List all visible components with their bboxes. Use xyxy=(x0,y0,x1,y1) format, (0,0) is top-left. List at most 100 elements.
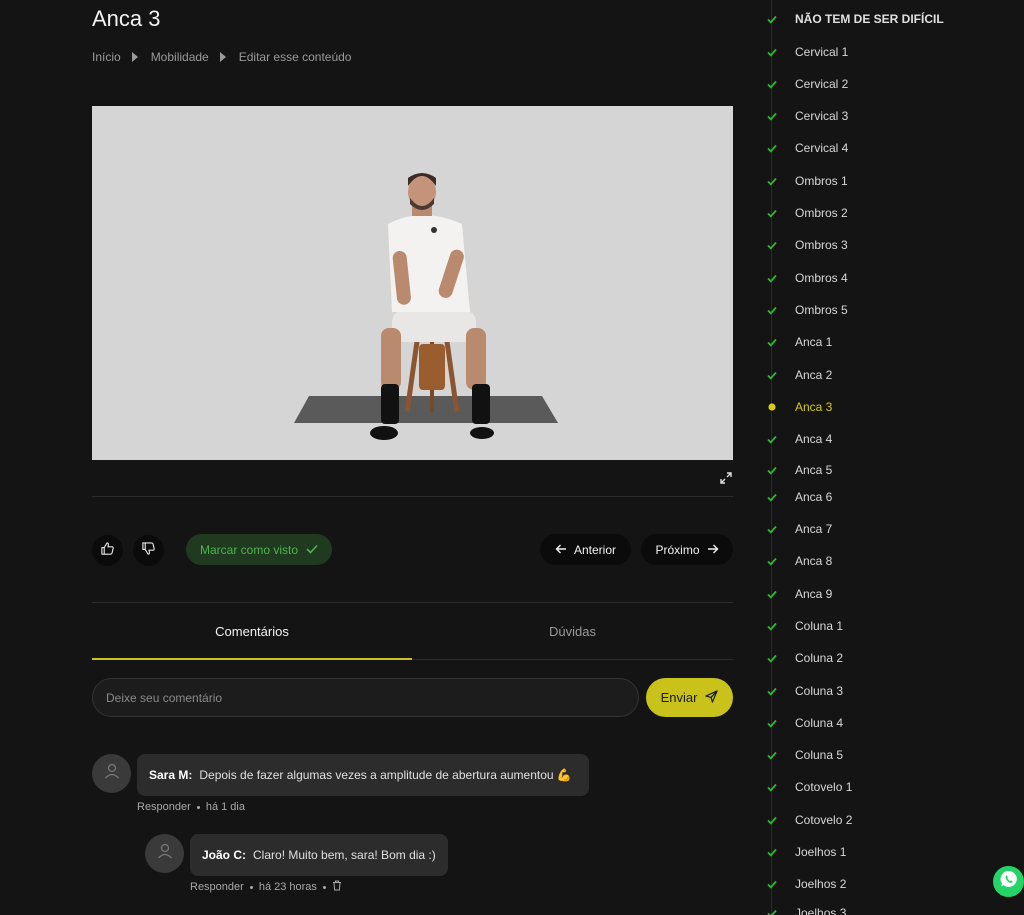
sidebar-item[interactable]: Joelhos 1 xyxy=(762,842,846,862)
sidebar-item[interactable]: NÃO TEM DE SER DIFÍCIL xyxy=(762,9,944,29)
sidebar-item[interactable]: Anca 3 xyxy=(762,397,832,417)
trash-icon[interactable] xyxy=(332,880,342,894)
check-icon xyxy=(762,429,782,449)
sidebar-item[interactable]: Anca 4 xyxy=(762,429,832,449)
sidebar-item[interactable]: Cervical 2 xyxy=(762,74,848,94)
send-icon xyxy=(705,689,719,706)
sidebar-item[interactable]: Ombros 1 xyxy=(762,171,848,191)
sidebar-item-label: Joelhos 2 xyxy=(795,877,847,891)
sidebar-item-label: Coluna 2 xyxy=(795,651,844,665)
sidebar-item[interactable]: Ombros 3 xyxy=(762,235,848,255)
tab-comments-label: Comentários xyxy=(215,624,289,639)
check-icon xyxy=(762,235,782,255)
reply-button[interactable]: Responder xyxy=(190,881,244,893)
fullscreen-icon[interactable] xyxy=(720,471,734,485)
sidebar-item-label: Cotovelo 1 xyxy=(795,780,853,794)
sidebar-item[interactable]: Ombros 2 xyxy=(762,203,848,223)
sidebar-item[interactable]: Cotovelo 2 xyxy=(762,810,852,830)
send-button[interactable]: Enviar xyxy=(646,678,733,717)
sidebar-item[interactable]: Coluna 4 xyxy=(762,713,843,733)
sidebar-item-label: Ombros 1 xyxy=(795,174,848,188)
sidebar-item[interactable]: Coluna 2 xyxy=(762,648,843,668)
comment-bubble: Sara M: Depois de fazer algumas vezes a … xyxy=(137,754,589,796)
sidebar-item-label: Ombros 3 xyxy=(795,238,848,252)
user-icon xyxy=(103,762,121,785)
sidebar-item[interactable]: Anca 5 xyxy=(762,460,832,480)
comment-meta: Responder há 1 dia xyxy=(137,801,245,813)
comment-text: Depois de fazer algumas vezes a amplitud… xyxy=(199,768,572,782)
check-icon xyxy=(762,203,782,223)
page-title: Anca 3 xyxy=(92,6,161,31)
check-icon xyxy=(762,42,782,62)
check-icon xyxy=(762,777,782,797)
sidebar-item[interactable]: Anca 9 xyxy=(762,584,832,604)
check-icon xyxy=(762,713,782,733)
check-icon xyxy=(762,171,782,191)
check-icon xyxy=(762,106,782,126)
whatsapp-button[interactable] xyxy=(993,866,1024,897)
sidebar-item-label: Anca 3 xyxy=(795,400,833,414)
sidebar-item[interactable]: Cervical 1 xyxy=(762,42,848,62)
sidebar-item[interactable]: Anca 2 xyxy=(762,365,832,385)
sidebar-item-label: Anca 7 xyxy=(795,522,833,536)
sidebar-item[interactable]: Cervical 3 xyxy=(762,106,848,126)
like-button[interactable] xyxy=(92,535,123,566)
dislike-button[interactable] xyxy=(133,535,164,566)
sidebar-item-label: Anca 4 xyxy=(795,432,833,446)
check-icon xyxy=(762,584,782,604)
sidebar-item[interactable]: Anca 7 xyxy=(762,519,832,539)
sidebar-item-label: NÃO TEM DE SER DIFÍCIL xyxy=(795,12,944,26)
sidebar-item[interactable]: Ombros 5 xyxy=(762,300,848,320)
sidebar-item[interactable]: Ombros 4 xyxy=(762,268,848,288)
sidebar-item[interactable]: Coluna 3 xyxy=(762,681,843,701)
sidebar-item[interactable]: Anca 8 xyxy=(762,551,832,571)
check-icon xyxy=(762,300,782,320)
breadcrumb-home[interactable]: Início xyxy=(92,50,121,64)
reply-author: João C: xyxy=(202,848,247,862)
main-content: Anca 3 Início Mobilidade Editar esse con… xyxy=(92,0,733,915)
tab-questions[interactable]: Dúvidas xyxy=(412,603,733,660)
tab-comments[interactable]: Comentários xyxy=(92,603,412,660)
check-icon xyxy=(762,519,782,539)
check-icon xyxy=(762,810,782,830)
sidebar-item-label: Anca 8 xyxy=(795,554,833,568)
sidebar-item-label: Ombros 2 xyxy=(795,206,848,220)
breadcrumb-edit[interactable]: Editar esse conteúdo xyxy=(239,50,352,64)
check-icon xyxy=(762,648,782,668)
sidebar-item[interactable]: Joelhos 3 xyxy=(762,903,846,915)
check-icon xyxy=(762,874,782,894)
arrow-right-icon xyxy=(707,543,719,557)
avatar xyxy=(92,754,131,793)
sidebar-item-label: Cervical 2 xyxy=(795,77,849,91)
video-player[interactable] xyxy=(92,106,733,460)
reply-time: há 23 horas xyxy=(258,881,317,893)
check-icon xyxy=(762,487,782,507)
sidebar-item[interactable]: Coluna 1 xyxy=(762,616,843,636)
chevron-right-icon xyxy=(213,49,235,65)
chevron-right-icon xyxy=(125,49,147,65)
mark-as-seen-label: Marcar como visto xyxy=(200,542,299,557)
sidebar-item[interactable]: Anca 1 xyxy=(762,332,832,352)
sidebar-item-label: Cervical 4 xyxy=(795,141,849,155)
comment-author: Sara M: xyxy=(149,768,193,782)
check-icon xyxy=(762,138,782,158)
sidebar-item[interactable]: Cotovelo 1 xyxy=(762,777,852,797)
sidebar-item[interactable]: Anca 6 xyxy=(762,487,832,507)
sidebar-item-label: Anca 9 xyxy=(795,587,833,601)
sidebar-item[interactable]: Coluna 5 xyxy=(762,745,843,765)
thumbs-down-icon xyxy=(141,541,156,561)
mark-as-seen-button[interactable]: Marcar como visto xyxy=(186,534,333,565)
previous-button[interactable]: Anterior xyxy=(540,534,631,565)
check-icon xyxy=(762,74,782,94)
sidebar-item-label: Cervical 1 xyxy=(795,45,849,59)
comment-input[interactable] xyxy=(92,678,639,717)
check-icon xyxy=(762,365,782,385)
reply-button[interactable]: Responder xyxy=(137,801,191,813)
sidebar-item-label: Coluna 1 xyxy=(795,619,844,633)
sidebar-item-label: Coluna 5 xyxy=(795,748,844,762)
check-icon xyxy=(762,681,782,701)
sidebar-item[interactable]: Joelhos 2 xyxy=(762,874,846,894)
sidebar-item[interactable]: Cervical 4 xyxy=(762,138,848,158)
breadcrumb-category[interactable]: Mobilidade xyxy=(151,50,209,64)
next-button[interactable]: Próximo xyxy=(641,534,733,565)
